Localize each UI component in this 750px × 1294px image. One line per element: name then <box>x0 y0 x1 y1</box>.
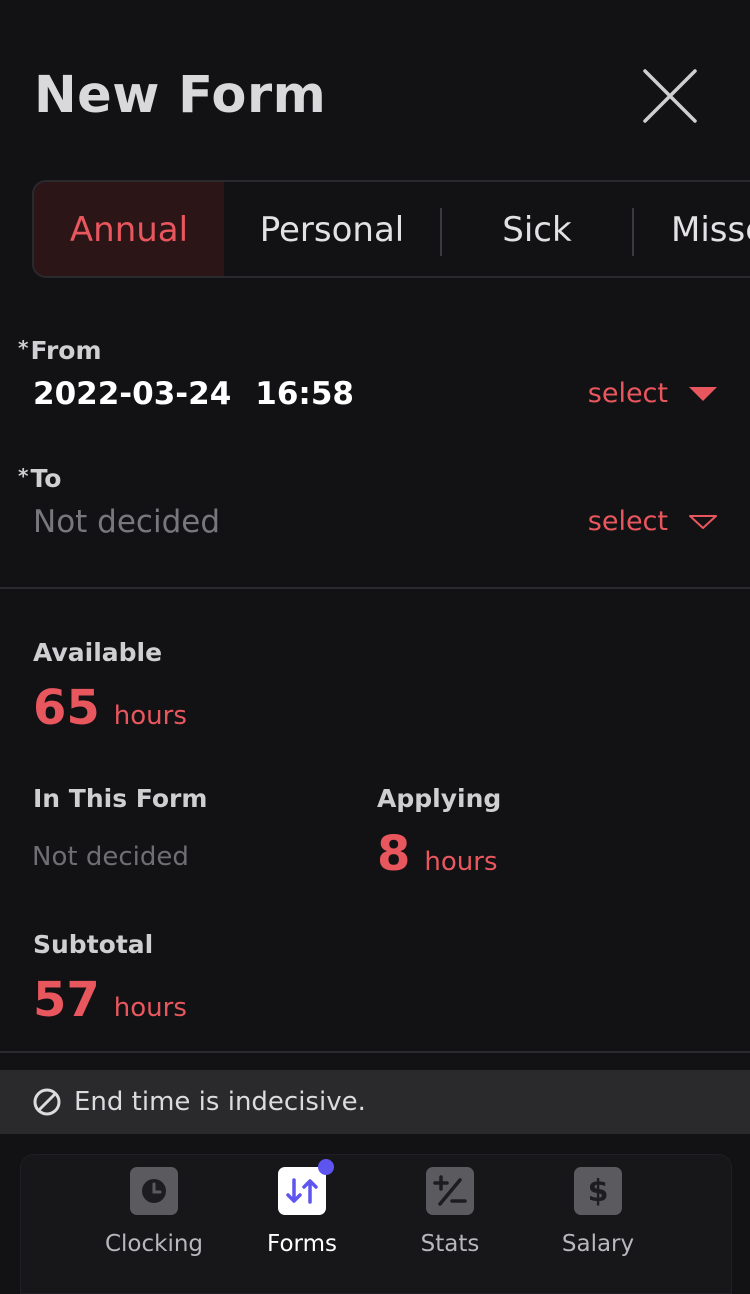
dollar-icon: $ <box>574 1167 622 1215</box>
to-label: *To <box>18 464 61 493</box>
from-label: *From <box>18 336 102 365</box>
subtotal-unit: hours <box>113 993 187 1023</box>
close-button[interactable] <box>642 68 698 124</box>
subtotal-value: 57 hours <box>33 972 187 1028</box>
from-value: 2022-03-24 16:58 <box>33 376 354 412</box>
available-value: 65 hours <box>33 680 187 736</box>
from-select-label: select <box>587 378 668 409</box>
clock-icon <box>130 1167 178 1215</box>
caret-down-outline-icon <box>689 514 717 529</box>
to-select[interactable]: select <box>588 506 718 537</box>
leave-type-tabs: Annual Personal Sick Missed <box>32 180 750 278</box>
nav-item-clocking[interactable]: Clocking <box>84 1167 224 1257</box>
tab-annual[interactable]: Annual <box>34 182 224 276</box>
to-value: Not decided <box>33 504 220 540</box>
subtotal-label: Subtotal <box>33 930 154 959</box>
applying-unit: hours <box>424 847 498 877</box>
swap-arrows-icon <box>278 1159 334 1215</box>
applying-label: Applying <box>377 784 502 813</box>
subtotal-number: 57 <box>33 972 100 1028</box>
nav-label-clocking: Clocking <box>104 1231 204 1257</box>
tab-missed[interactable]: Missed <box>671 182 750 276</box>
tab-divider <box>632 208 634 256</box>
from-select[interactable]: select <box>588 378 718 409</box>
nav-item-salary[interactable]: $ Salary <box>528 1167 668 1257</box>
nav-item-forms[interactable]: Forms <box>232 1159 372 1257</box>
nav-label-salary: Salary <box>561 1231 635 1257</box>
caret-down-filled-icon <box>689 386 717 401</box>
nav-item-stats[interactable]: Stats <box>380 1167 520 1257</box>
in-this-form-label: In This Form <box>33 784 208 813</box>
available-number: 65 <box>33 680 100 736</box>
tab-personal[interactable]: Personal <box>224 182 440 276</box>
available-unit: hours <box>113 701 187 731</box>
nav-label-stats: Stats <box>420 1231 480 1257</box>
nav-label-forms: Forms <box>267 1231 337 1257</box>
in-this-form-value: Not decided <box>32 842 189 872</box>
applying-number: 8 <box>377 826 411 882</box>
page-title: New Form <box>34 66 327 125</box>
to-label-text: To <box>30 464 62 493</box>
section-divider <box>0 1051 750 1053</box>
from-date: 2022-03-24 <box>33 376 232 412</box>
required-mark: * <box>18 336 29 360</box>
tab-sick[interactable]: Sick <box>442 182 632 276</box>
warning-toast: End time is indecisive. <box>0 1070 750 1134</box>
notification-dot <box>318 1159 334 1175</box>
from-label-text: From <box>30 336 102 365</box>
header: New Form <box>0 0 750 180</box>
required-mark: * <box>18 464 29 488</box>
prohibited-icon <box>33 1088 61 1116</box>
available-label: Available <box>33 638 163 667</box>
bottom-nav: Clocking Forms Stats $ Salary <box>20 1154 732 1294</box>
section-divider <box>0 587 750 589</box>
toast-message: End time is indecisive. <box>74 1087 366 1117</box>
from-time: 16:58 <box>255 376 354 412</box>
applying-value: 8 hours <box>377 826 498 882</box>
to-select-label: select <box>587 506 668 537</box>
plus-minus-icon <box>426 1167 474 1215</box>
close-icon <box>643 69 697 123</box>
